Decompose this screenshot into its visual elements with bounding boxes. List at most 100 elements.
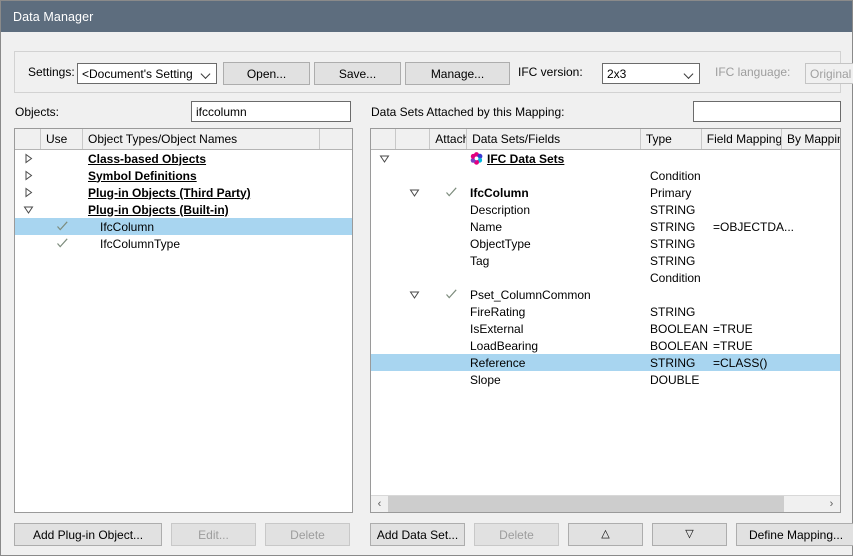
datasets-tree-row[interactable]: IFC Data Sets [371, 150, 840, 167]
objects-tree-row[interactable]: Class-based Objects [15, 150, 352, 167]
row-expander[interactable] [15, 184, 41, 201]
add-plugin-object-button[interactable]: Add Plug-in Object... [14, 523, 162, 546]
datasets-tree-body[interactable]: IFC Data SetsConditionIfcColumnPrimaryDe… [371, 150, 840, 495]
row-expander-level2 [397, 269, 432, 286]
row-expander-level1[interactable] [371, 150, 397, 167]
datasets-tree-row[interactable]: TagSTRING [371, 252, 840, 269]
scrollbar-track[interactable] [388, 496, 823, 513]
row-expander [15, 218, 41, 235]
datasets-row-name [470, 269, 650, 286]
datasets-tree-row[interactable]: NameSTRING=OBJECTDA... [371, 218, 840, 235]
add-data-set-button[interactable]: Add Data Set... [370, 523, 465, 546]
move-up-button[interactable]: △ [568, 523, 643, 546]
move-down-button[interactable]: ▽ [652, 523, 727, 546]
datasets-label: Data Sets Attached by this Mapping: [371, 105, 564, 119]
row-expander[interactable] [15, 201, 41, 218]
objects-tree-body[interactable]: Class-based ObjectsSymbol DefinitionsPlu… [15, 150, 352, 512]
row-attach-checkmark[interactable] [432, 201, 470, 218]
save-button[interactable]: Save... [314, 62, 401, 85]
datasets-tree-row[interactable]: Condition [371, 167, 840, 184]
datasets-row-type: STRING [650, 252, 713, 269]
triangle-right-icon [23, 170, 34, 181]
row-expander-level2[interactable] [397, 286, 432, 303]
row-attach-checkmark[interactable] [432, 269, 470, 286]
datasets-tree-row[interactable]: FireRatingSTRING [371, 303, 840, 320]
row-attach-checkmark[interactable] [432, 286, 470, 303]
datasets-tree-row[interactable]: IsExternalBOOLEAN=TRUE [371, 320, 840, 337]
row-attach-checkmark[interactable] [432, 354, 470, 371]
settings-select[interactable]: <Document's Setting [77, 63, 217, 84]
datasets-tree-row[interactable]: Condition [371, 269, 840, 286]
row-use-checkmark[interactable] [41, 201, 83, 218]
datasets-row-name: Reference [470, 354, 650, 371]
datasets-col-field-mapping[interactable]: Field Mapping [702, 129, 782, 149]
row-attach-checkmark[interactable] [432, 235, 470, 252]
datasets-col-fields[interactable]: Data Sets/Fields [467, 129, 641, 149]
datasets-tree-row[interactable]: ReferenceSTRING=CLASS() [371, 354, 840, 371]
row-expander[interactable] [15, 167, 41, 184]
scroll-left-arrow-icon[interactable]: ‹ [371, 496, 388, 513]
row-expander-level2 [397, 320, 432, 337]
objects-row-name: Class-based Objects [83, 150, 325, 167]
datasets-tree-row[interactable]: Pset_ColumnCommon [371, 286, 840, 303]
datasets-tree-row[interactable]: SlopeDOUBLE [371, 371, 840, 388]
datasets-row-field-mapping: =TRUE [713, 337, 796, 354]
objects-tree-row[interactable]: Plug-in Objects (Third Party) [15, 184, 352, 201]
check-icon [445, 288, 458, 301]
row-attach-checkmark[interactable] [432, 184, 470, 201]
row-attach-checkmark[interactable] [432, 218, 470, 235]
row-attach-checkmark[interactable] [432, 371, 470, 388]
datasets-col-type[interactable]: Type [641, 129, 702, 149]
objects-row-name-text: Class-based Objects [88, 152, 206, 166]
datasets-row-field-mapping [713, 371, 796, 388]
row-attach-checkmark[interactable] [432, 252, 470, 269]
row-expander-level2 [397, 235, 432, 252]
scroll-right-arrow-icon[interactable]: › [823, 496, 840, 513]
objects-tree-row[interactable]: IfcColumnType [15, 235, 352, 252]
scrollbar-thumb[interactable] [388, 496, 784, 513]
objects-tree-row[interactable]: Plug-in Objects (Built-in) [15, 201, 352, 218]
row-attach-checkmark[interactable] [432, 337, 470, 354]
row-expander[interactable] [15, 150, 41, 167]
datasets-col-expander2[interactable] [396, 129, 430, 149]
datasets-tree-row[interactable]: IfcColumnPrimary [371, 184, 840, 201]
define-mapping-button[interactable]: Define Mapping... [736, 523, 853, 546]
datasets-tree-row[interactable]: LoadBearingBOOLEAN=TRUE [371, 337, 840, 354]
row-use-checkmark[interactable] [41, 235, 83, 252]
objects-col-expander[interactable] [15, 129, 41, 149]
objects-col-use[interactable]: Use [41, 129, 83, 149]
objects-col-names[interactable]: Object Types/Object Names [83, 129, 320, 149]
objects-tree-row[interactable]: Symbol Definitions [15, 167, 352, 184]
row-attach-checkmark[interactable] [432, 320, 470, 337]
datasets-tree-row[interactable]: DescriptionSTRING [371, 201, 840, 218]
manage-button[interactable]: Manage... [405, 62, 510, 85]
row-expander-level2 [397, 150, 432, 167]
datasets-row-name [470, 167, 650, 184]
row-attach-checkmark[interactable] [432, 167, 470, 184]
objects-tree-row[interactable]: IfcColumn [15, 218, 352, 235]
settings-select-value: <Document's Setting [82, 67, 193, 81]
objects-search-input[interactable]: ifccolumn [191, 101, 351, 122]
row-attach-checkmark[interactable] [432, 150, 470, 167]
row-expander-level1 [371, 235, 397, 252]
datasets-col-attach[interactable]: Attach [430, 129, 467, 149]
datasets-col-by-mapping[interactable]: By Mappin [782, 129, 840, 149]
datasets-row-name: Tag [470, 252, 650, 269]
check-icon [56, 237, 69, 250]
row-use-checkmark[interactable] [41, 150, 83, 167]
open-button[interactable]: Open... [223, 62, 310, 85]
datasets-tree-row[interactable]: ObjectTypeSTRING [371, 235, 840, 252]
ifc-version-select[interactable]: 2x3 [602, 63, 700, 84]
row-attach-checkmark[interactable] [432, 303, 470, 320]
objects-label: Objects: [15, 105, 59, 119]
objects-col-spare[interactable] [320, 129, 352, 149]
datasets-col-expander1[interactable] [371, 129, 396, 149]
row-expander-level2[interactable] [397, 184, 432, 201]
row-use-checkmark[interactable] [41, 218, 83, 235]
datasets-filter-input[interactable] [693, 101, 841, 122]
row-use-checkmark[interactable] [41, 184, 83, 201]
datasets-horizontal-scrollbar[interactable]: ‹ › [371, 495, 840, 512]
row-use-checkmark[interactable] [41, 167, 83, 184]
datasets-row-type: BOOLEAN [650, 320, 713, 337]
row-expander-level1 [371, 320, 397, 337]
